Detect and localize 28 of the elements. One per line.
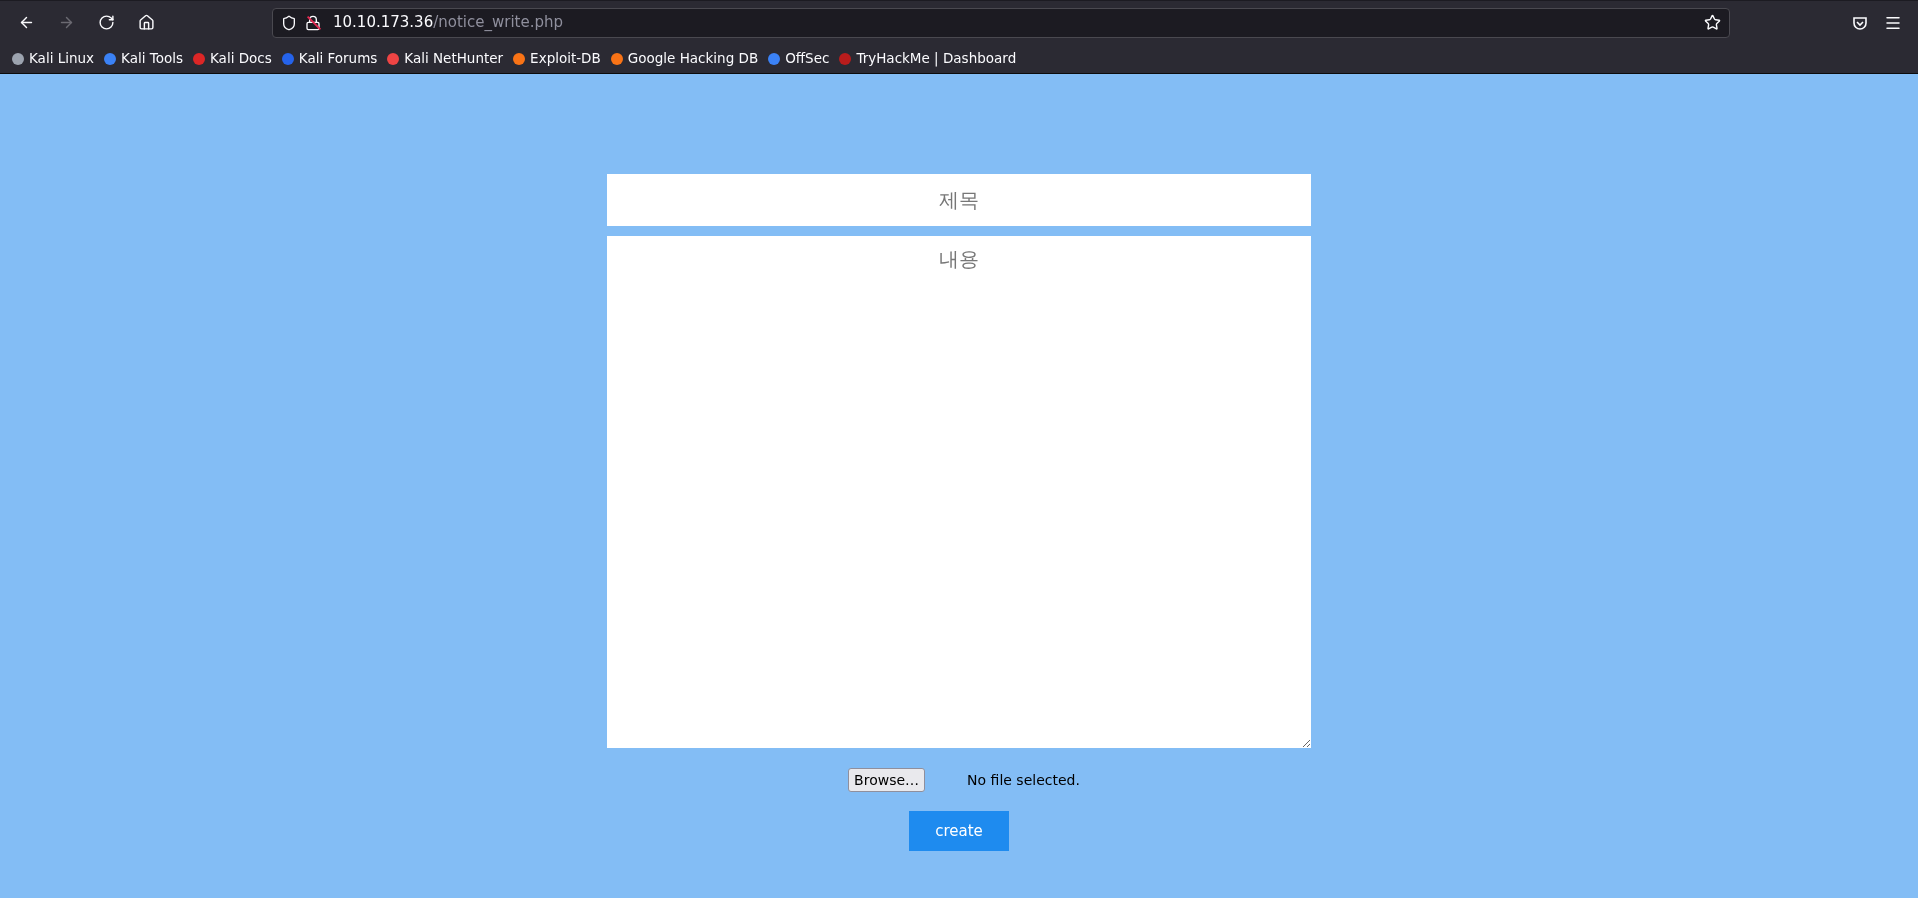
bookmark-item[interactable]: Kali Tools [104,48,183,69]
bookmark-item[interactable]: Kali NetHunter [387,48,504,69]
address-bar[interactable]: 10.10.173.36/notice_write.php [272,7,1730,38]
title-input-field[interactable]: 제목 [607,174,1311,226]
bookmark-item[interactable]: OffSec [768,48,830,69]
url-text: 10.10.173.36/notice_write.php [333,12,563,34]
bookmark-label: Exploit-DB [530,49,601,69]
bookmark-item[interactable]: Kali Linux [12,48,95,69]
bookmark-item[interactable]: Kali Forums [281,48,378,69]
bookmark-item[interactable]: Google Hacking DB [610,48,759,69]
browse-button[interactable]: Browse… [848,768,926,792]
bookmark-item[interactable]: Kali Docs [193,48,272,69]
bookmark-label: Kali Tools [121,49,183,69]
content-text-area[interactable]: 내용 [607,236,1311,748]
bookmark-label: Google Hacking DB [627,49,759,69]
file-status-text: No file selected. [967,770,1080,790]
bookmark-label: Kali Forums [298,49,378,69]
reload-icon [97,14,115,31]
bookmark-label: OffSec [785,49,830,69]
bookmark-label: Kali Linux [29,49,95,69]
bookmark-star-icon[interactable] [1704,14,1721,31]
lock-icon [305,14,321,31]
bookmark-label: Kali NetHunter [404,49,504,69]
shield-icon [281,14,297,31]
bookmark-item[interactable]: Exploit-DB [513,48,601,69]
house-icon [137,14,155,31]
create-button[interactable]: create [909,811,1009,851]
bookmark-label: Kali Docs [210,49,272,69]
